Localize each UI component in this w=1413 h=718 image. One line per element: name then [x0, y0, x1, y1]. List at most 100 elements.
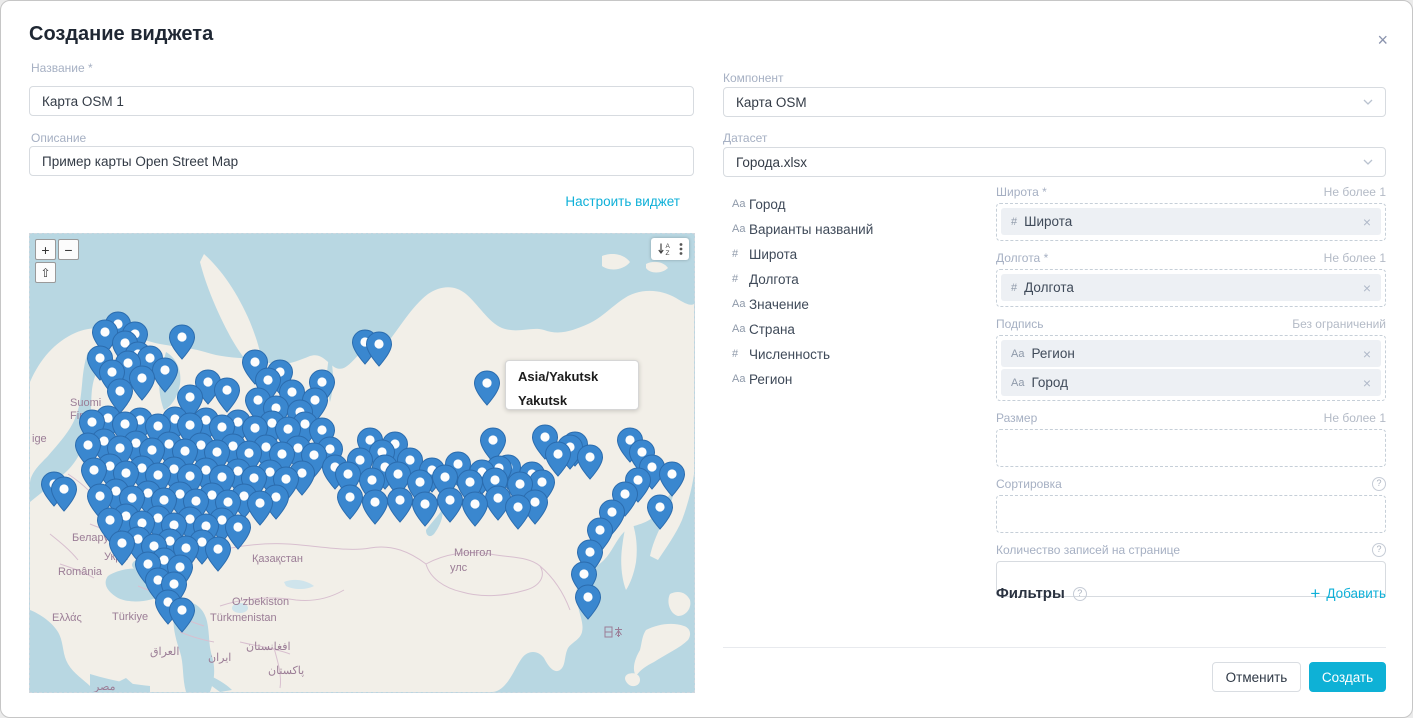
field-type-icon: #: [1011, 282, 1017, 294]
slot-header: РазмерНе более 1: [996, 410, 1386, 425]
slot-limit-hint: Не более 1: [1324, 185, 1386, 199]
configure-widget-link[interactable]: Настроить виджет: [565, 194, 680, 209]
field-type-icon: #: [732, 248, 749, 260]
field-type-icon: Aa: [732, 298, 749, 310]
help-icon[interactable]: ?: [1372, 543, 1386, 557]
chevron-down-icon: [1363, 99, 1373, 105]
filters-title: Фильтры: [996, 585, 1065, 602]
assigned-field-chip[interactable]: Aa Регион ×: [1001, 340, 1381, 367]
add-filter-button[interactable]: + Добавить: [1310, 585, 1386, 602]
field-type-icon: Aa: [1011, 377, 1024, 389]
remove-chip-icon[interactable]: ×: [1363, 376, 1371, 390]
slot-dropzone[interactable]: [996, 495, 1386, 533]
slot-header: Сортировка?: [996, 476, 1386, 491]
dataset-select[interactable]: Города.xlsx: [723, 147, 1386, 177]
assigned-field-chip[interactable]: #Широта×: [1001, 208, 1381, 235]
field-name: Широта: [749, 247, 797, 262]
slot-dropzone[interactable]: Aa Регион × Aa Город ×: [996, 335, 1386, 401]
help-icon[interactable]: ?: [1372, 477, 1386, 491]
dataset-field-item[interactable]: AaСтрана: [732, 322, 982, 336]
tooltip-timezone: Asia/Yakutsk: [518, 368, 626, 386]
name-input[interactable]: [29, 86, 694, 116]
slot-label: Подпись: [996, 317, 1044, 331]
slot-header: Широта *Не более 1: [996, 184, 1386, 199]
description-label: Описание: [31, 131, 86, 145]
dataset-field-item[interactable]: #Широта: [732, 247, 982, 261]
field-type-icon: Aa: [732, 373, 749, 385]
field-type-icon: Aa: [732, 323, 749, 335]
create-button[interactable]: Создать: [1309, 662, 1386, 692]
field-type-icon: #: [1011, 216, 1017, 228]
component-value: Карта OSM: [736, 95, 807, 110]
description-input[interactable]: [29, 146, 694, 176]
slot-header: Долгота *Не более 1: [996, 250, 1386, 265]
map-place-label: افغانستان: [246, 641, 291, 653]
map-place-label: România: [58, 566, 103, 578]
map-place-label: مصر: [93, 681, 116, 692]
map-place-label: Türkiye: [112, 611, 148, 623]
dataset-field-item[interactable]: #Численность: [732, 347, 982, 361]
slot-label: Размер: [996, 411, 1037, 425]
assigned-field-chip[interactable]: # Долгота ×: [1001, 274, 1381, 301]
map-place-label: العراق: [150, 646, 179, 658]
field-type-icon: Aa: [732, 198, 749, 210]
map-home-button[interactable]: ⇧: [35, 262, 56, 283]
dataset-field-item[interactable]: AaВарианты названий: [732, 222, 982, 236]
dataset-fields-list: AaГородAaВарианты названий#Широта#Долгот…: [732, 197, 982, 397]
slot-label: Количество записей на странице: [996, 543, 1180, 557]
mapping-slot: Долгота *Не более 1 # Долгота ×: [996, 250, 1386, 307]
osm-map: SuomiFinlanigeБеларусУкраRomâniaΕλλάςTür…: [30, 234, 694, 692]
svg-text:Z: Z: [666, 250, 670, 256]
remove-chip-icon[interactable]: ×: [1363, 281, 1371, 295]
map-place-label: ایران: [208, 652, 231, 664]
mapping-slot: Широта *Не более 1 #Широта×: [996, 184, 1386, 241]
map-place-label: ige: [32, 433, 47, 445]
mapping-slots: Широта *Не более 1 #Широта× Долгота *Не бо…: [996, 184, 1386, 606]
field-name: Численность: [749, 347, 830, 362]
dataset-field-item[interactable]: AaРегион: [732, 372, 982, 386]
slot-dropzone[interactable]: # Долгота ×: [996, 269, 1386, 307]
map-place-label: Suomi: [70, 397, 101, 409]
filters-section: Фильтры ? + Добавить: [996, 585, 1386, 602]
map-preview[interactable]: SuomiFinlanigeБеларусУкраRomâniaΕλλάςTür…: [29, 233, 695, 693]
component-select[interactable]: Карта OSM: [723, 87, 1386, 117]
sort-icon[interactable]: A Z: [657, 242, 672, 256]
dataset-field-item[interactable]: AaЗначение: [732, 297, 982, 311]
remove-chip-icon[interactable]: ×: [1363, 347, 1371, 361]
slot-dropzone[interactable]: #Широта×: [996, 203, 1386, 241]
map-place-label: улс: [450, 562, 468, 574]
remove-chip-icon[interactable]: ×: [1363, 215, 1371, 229]
field-name: Регион: [749, 372, 792, 387]
help-icon[interactable]: ?: [1073, 587, 1087, 601]
add-filter-label: Добавить: [1326, 586, 1386, 601]
chevron-down-icon: [1363, 159, 1373, 165]
name-label: Название *: [31, 61, 93, 75]
map-zoom-in-button[interactable]: +: [35, 239, 56, 260]
chip-field-name: Регион: [1031, 346, 1074, 361]
slot-header: Количество записей на странице?: [996, 542, 1386, 557]
chip-field-name: Город: [1031, 375, 1068, 390]
plus-icon: +: [1310, 585, 1320, 602]
slot-dropzone[interactable]: [996, 429, 1386, 467]
slot-limit-hint: Без ограничений: [1292, 317, 1386, 331]
component-label: Компонент: [723, 71, 784, 85]
dialog-title: Создание виджета: [29, 23, 213, 46]
dataset-label: Датасет: [723, 131, 767, 145]
field-name: Значение: [749, 297, 809, 312]
dataset-field-item[interactable]: AaГород: [732, 197, 982, 211]
dataset-field-item[interactable]: #Долгота: [732, 272, 982, 286]
cancel-button[interactable]: Отменить: [1212, 662, 1301, 692]
chip-field-name: Долгота: [1024, 280, 1074, 295]
field-type-icon: #: [732, 273, 749, 285]
assigned-field-chip[interactable]: Aa Город ×: [1001, 369, 1381, 396]
map-zoom-out-button[interactable]: −: [58, 239, 79, 260]
kebab-menu-icon[interactable]: [679, 242, 683, 256]
field-type-icon: Aa: [1011, 348, 1024, 360]
map-marker-tooltip: Asia/Yakutsk Yakutsk: [505, 360, 639, 410]
close-icon[interactable]: ×: [1377, 31, 1388, 49]
mapping-slot: РазмерНе более 1: [996, 410, 1386, 467]
field-name: Город: [749, 197, 786, 212]
slot-limit-hint: Не более 1: [1324, 251, 1386, 265]
field-name: Страна: [749, 322, 795, 337]
dataset-value: Города.xlsx: [736, 155, 807, 170]
